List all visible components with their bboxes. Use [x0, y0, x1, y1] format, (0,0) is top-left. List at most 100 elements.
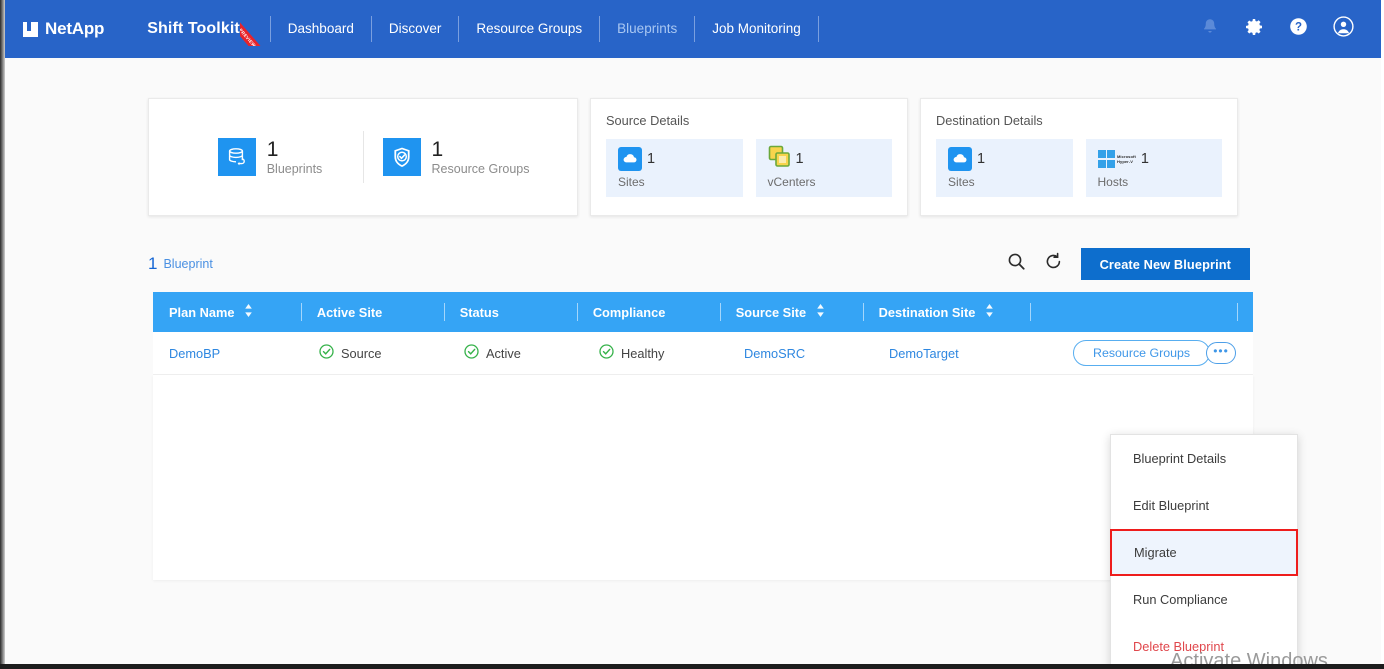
column-header-actions: [1030, 292, 1237, 332]
main-nav: Dashboard Discover Resource Groups Bluep…: [270, 0, 819, 58]
netapp-logo[interactable]: NetApp: [23, 19, 104, 39]
destination-details-card: Destination Details 1 Sites: [920, 98, 1238, 216]
active-site-value: Source: [341, 346, 382, 361]
bell-icon[interactable]: [1201, 17, 1219, 41]
header-actions: ?: [1201, 16, 1354, 42]
stat-value: 1: [432, 138, 530, 162]
blueprint-count: 1: [148, 254, 157, 274]
app-title-group: Shift Toolkit PREVIEW: [147, 20, 240, 38]
blueprint-list-header: 1 Blueprint Create New Blueprint: [148, 247, 1250, 281]
menu-item-delete-blueprint[interactable]: Delete Blueprint: [1111, 623, 1297, 669]
source-site-link[interactable]: DemoSRC: [744, 346, 805, 361]
create-new-blueprint-button[interactable]: Create New Blueprint: [1081, 248, 1250, 280]
cell-compliance: Healthy: [583, 332, 728, 375]
shield-check-icon: [383, 138, 421, 176]
nav-item-resource-groups[interactable]: Resource Groups: [459, 0, 599, 58]
app-title: Shift Toolkit: [147, 20, 240, 38]
column-header-active-site[interactable]: Active Site: [301, 292, 444, 332]
resource-groups-button[interactable]: Resource Groups: [1073, 340, 1210, 366]
tile-value: 1: [977, 151, 985, 167]
blueprints-table: Plan Name Active Site Status Compliance …: [153, 292, 1253, 580]
preview-ribbon-badge: PREVIEW: [240, 16, 274, 46]
column-header-status[interactable]: Status: [444, 292, 577, 332]
netapp-wordmark: NetApp: [45, 19, 104, 39]
tile-label: vCenters: [768, 175, 893, 189]
top-navigation-bar: NetApp Shift Toolkit PREVIEW Dashboard D…: [0, 0, 1384, 58]
column-header-source-site[interactable]: Source Site: [720, 292, 863, 332]
cell-more-actions: •••: [1198, 332, 1253, 375]
more-options-button[interactable]: •••: [1206, 342, 1236, 364]
help-icon[interactable]: ?: [1289, 17, 1308, 41]
counts-card: 1 Blueprints 1: [148, 98, 578, 216]
vcenter-icon: [768, 145, 791, 173]
cloud-icon: [618, 147, 642, 171]
tile-value: 1: [1141, 151, 1149, 167]
cell-status: Active: [448, 332, 583, 375]
cell-source-site: DemoSRC: [728, 332, 873, 375]
cell-active-site: Source: [303, 332, 448, 375]
table-empty-area: [153, 375, 1253, 580]
menu-item-blueprint-details[interactable]: Blueprint Details: [1111, 435, 1297, 482]
destination-sites-tile[interactable]: 1 Sites: [936, 139, 1073, 197]
tile-label: Hosts: [1098, 175, 1223, 189]
tile-value: 1: [647, 151, 655, 167]
destination-details-title: Destination Details: [936, 113, 1222, 128]
window-frame-left: [0, 0, 5, 669]
cloud-icon: [948, 147, 972, 171]
source-details-card: Source Details 1 Sites: [590, 98, 908, 216]
netapp-mark-icon: [23, 22, 38, 37]
sort-icon[interactable]: [985, 304, 994, 320]
window-frame-bottom: [0, 664, 1384, 669]
status-value: Active: [486, 346, 521, 361]
gear-icon[interactable]: [1244, 17, 1264, 42]
blueprint-count-label: Blueprint: [163, 257, 212, 271]
nav-item-discover[interactable]: Discover: [372, 0, 459, 58]
stat-label: Resource Groups: [432, 162, 530, 176]
column-header-destination-site[interactable]: Destination Site: [863, 292, 1031, 332]
table-row[interactable]: DemoBP Source: [153, 332, 1253, 375]
hyperv-logo-line2: Hyper-V: [1117, 159, 1136, 164]
table-header-row: Plan Name Active Site Status Compliance …: [153, 292, 1253, 332]
stat-blueprints[interactable]: 1 Blueprints: [178, 138, 363, 176]
page-content: 1 Blueprints 1: [5, 58, 1381, 664]
menu-item-migrate[interactable]: Migrate: [1110, 529, 1298, 576]
search-icon[interactable]: [1007, 252, 1026, 276]
sort-icon[interactable]: [816, 304, 825, 320]
microsoft-hyperv-icon: Microsoft Hyper-V: [1098, 150, 1136, 168]
column-header-plan-name[interactable]: Plan Name: [153, 292, 301, 332]
menu-item-edit-blueprint[interactable]: Edit Blueprint: [1111, 482, 1297, 529]
plan-name-link[interactable]: DemoBP: [169, 346, 220, 361]
stat-resource-groups[interactable]: 1 Resource Groups: [364, 138, 549, 176]
destination-site-link[interactable]: DemoTarget: [889, 346, 959, 361]
nav-item-dashboard[interactable]: Dashboard: [271, 0, 371, 58]
menu-item-run-compliance[interactable]: Run Compliance: [1111, 576, 1297, 623]
check-circle-icon: [319, 344, 334, 362]
source-sites-tile[interactable]: 1 Sites: [606, 139, 743, 197]
tile-label: Sites: [618, 175, 743, 189]
tile-label: Sites: [948, 175, 1073, 189]
tile-value: 1: [796, 151, 804, 167]
column-header-compliance[interactable]: Compliance: [577, 292, 720, 332]
svg-text:?: ?: [1295, 22, 1302, 34]
check-circle-icon: [464, 344, 479, 362]
nav-divider: [818, 16, 819, 42]
destination-hosts-tile[interactable]: Microsoft Hyper-V 1 Hosts: [1086, 139, 1223, 197]
column-header-spacer: [1237, 292, 1253, 332]
check-circle-icon: [599, 344, 614, 362]
compliance-value: Healthy: [621, 346, 664, 361]
source-details-title: Source Details: [606, 113, 892, 128]
stat-value: 1: [267, 138, 323, 162]
cell-plan-name: DemoBP: [153, 332, 303, 375]
nav-item-job-monitoring[interactable]: Job Monitoring: [695, 0, 818, 58]
database-restore-icon: [218, 138, 256, 176]
stat-label: Blueprints: [267, 162, 323, 176]
cell-resource-groups: Resource Groups: [1043, 332, 1198, 375]
source-vcenters-tile[interactable]: 1 vCenters: [756, 139, 893, 197]
summary-cards: 1 Blueprints 1: [148, 98, 1238, 216]
sort-icon[interactable]: [244, 304, 253, 320]
nav-item-blueprints[interactable]: Blueprints: [600, 0, 694, 58]
user-avatar-icon[interactable]: [1333, 16, 1354, 42]
row-context-menu: Blueprint Details Edit Blueprint Migrate…: [1110, 434, 1298, 669]
refresh-icon[interactable]: [1044, 252, 1063, 276]
app-window: NetApp Shift Toolkit PREVIEW Dashboard D…: [0, 0, 1384, 669]
